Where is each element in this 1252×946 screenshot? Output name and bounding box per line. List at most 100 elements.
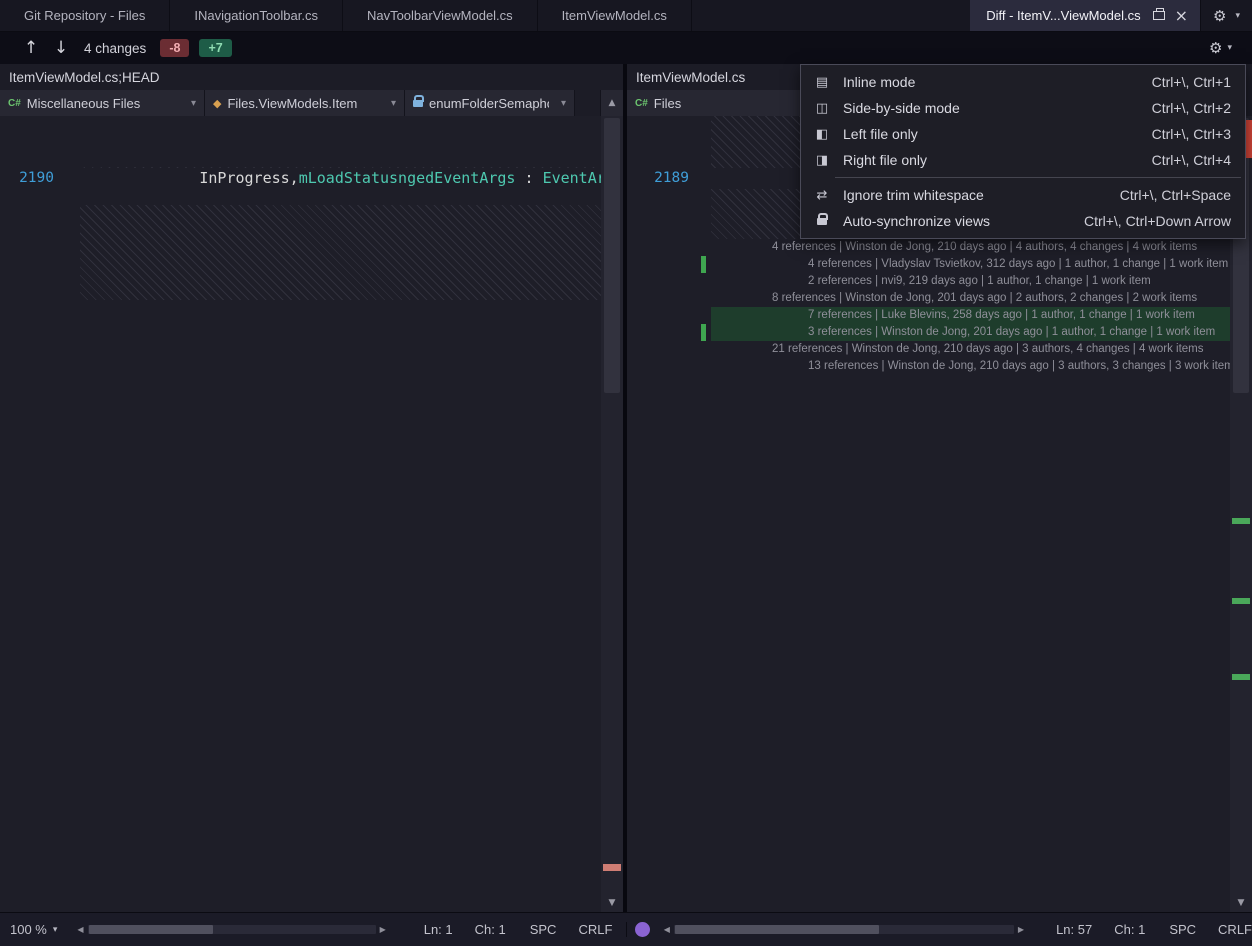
indentation-indicator[interactable]: SPC xyxy=(1169,922,1196,937)
breadcrumb-label: Files.ViewModels.Item xyxy=(227,96,357,111)
next-change-button[interactable]: ↓ xyxy=(46,38,76,58)
codelens[interactable]: 13 references | Winston de Jong, 210 day… xyxy=(711,358,1230,375)
breadcrumb-label: Miscellaneous Files xyxy=(27,96,140,111)
codelens[interactable]: 4 references | Winston de Jong, 210 days… xyxy=(711,239,1230,256)
codelens[interactable]: 2 references | nvi9, 219 days ago | 1 au… xyxy=(711,273,1230,290)
codelens[interactable]: 7 references | Luke Blevins, 258 days ag… xyxy=(711,307,1230,324)
column-indicator[interactable]: Ch: 1 xyxy=(475,922,506,937)
h-scroll-left-button[interactable]: ◀ xyxy=(73,925,87,934)
indentation-indicator[interactable]: SPC xyxy=(530,922,557,937)
additions-badge: +7 xyxy=(199,39,231,57)
left-vertical-scrollbar[interactable]: ▼ xyxy=(601,116,623,912)
codelens-line: 8 references | Winston de Jong, 201 days… xyxy=(627,290,1230,307)
codelens[interactable]: 21 references | Winston de Jong, 210 day… xyxy=(711,341,1230,358)
code-text xyxy=(80,317,601,334)
menu-item-shortcut: Ctrl+\, Ctrl+Space xyxy=(1120,187,1231,203)
gap-row xyxy=(0,133,601,150)
chevron-down-icon[interactable]: ▾ xyxy=(1235,11,1240,21)
hatch-row xyxy=(0,205,601,301)
pin-icon[interactable] xyxy=(1153,11,1165,20)
h-scroll-right-button[interactable]: ▶ xyxy=(1014,925,1028,934)
codelens[interactable]: 3 references | Winston de Jong, 201 days… xyxy=(711,324,1230,341)
deletions-badge: -8 xyxy=(160,39,189,57)
gear-icon[interactable]: ⚙ xyxy=(1213,7,1226,25)
chevron-down-icon: ▾ xyxy=(185,98,196,109)
menu-item-ignore-trim-whitespace[interactable]: ⇄Ignore trim whitespaceCtrl+\, Ctrl+Spac… xyxy=(801,182,1245,208)
menu-item-side-by-side-mode[interactable]: ◫Side-by-side modeCtrl+\, Ctrl+2 xyxy=(801,95,1245,121)
left-code-editor[interactable]: 2163 Connection.RequestReceived -= Conne… xyxy=(0,116,601,912)
gutter-icon-column xyxy=(627,273,653,290)
code-text xyxy=(80,150,601,167)
scroll-down-button[interactable]: ▼ xyxy=(601,894,623,912)
breadcrumb-dropdown[interactable]: enumFolderSemaphore▾ xyxy=(405,90,575,116)
eol-indicator[interactable]: CRLF xyxy=(1218,922,1252,937)
added-change-bar xyxy=(701,256,706,273)
extension-icon[interactable] xyxy=(635,922,650,937)
tab-group: Git Repository - FilesINavigationToolbar… xyxy=(0,0,692,31)
tab-label: Diff - ItemV...ViewModel.cs xyxy=(986,8,1140,23)
change-gutter xyxy=(697,273,711,290)
column-indicator[interactable]: Ch: 1 xyxy=(1114,922,1145,937)
scroll-up-button[interactable]: ▲ xyxy=(600,90,623,116)
codelens-line: 2 references | nvi9, 219 days ago | 1 au… xyxy=(627,273,1230,290)
zoom-chevron-icon: ▾ xyxy=(53,925,58,935)
tab-inavigationtoolbar-cs[interactable]: INavigationToolbar.cs xyxy=(170,0,343,31)
previous-change-button[interactable]: ↑ xyxy=(16,38,46,58)
menu-item-left-file-only[interactable]: ◧Left file onlyCtrl+\, Ctrl+3 xyxy=(801,121,1245,147)
menu-separator xyxy=(835,177,1241,178)
code-text xyxy=(80,116,601,133)
change-gutter xyxy=(697,307,711,324)
window-icons: ⚙ ▾ xyxy=(1201,0,1252,31)
codelens[interactable]: 8 references | Winston de Jong, 201 days… xyxy=(711,290,1230,307)
left-horizontal-scrollbar[interactable] xyxy=(88,925,376,934)
changes-count: 4 changes xyxy=(84,41,146,56)
codelens-line: 4 references | Winston de Jong, 210 days… xyxy=(627,239,1230,256)
line-number xyxy=(653,273,697,290)
tab-git-repository-files[interactable]: Git Repository - Files xyxy=(0,0,170,31)
eol-indicator[interactable]: CRLF xyxy=(578,922,612,937)
zoom-control[interactable]: 100 % ▾ xyxy=(10,922,57,937)
codelens-line: 3 references | Winston de Jong, 201 days… xyxy=(627,324,1230,341)
collapsed-diff-region xyxy=(80,205,601,301)
breadcrumb-dropdown[interactable]: ◆Files.ViewModels.Item▾ xyxy=(205,90,405,116)
h-scroll-left-button[interactable]: ◀ xyxy=(660,925,674,934)
status-left-section: 100 % ▾ ◀ ▶ Ln: 1 Ch: 1 SPC CRLF xyxy=(0,922,626,937)
scrollbar-thumb[interactable] xyxy=(675,925,879,934)
line-number xyxy=(0,133,62,150)
leftonly-icon: ◧ xyxy=(809,127,835,142)
menu-item-right-file-only[interactable]: ◨Right file onlyCtrl+\, Ctrl+4 xyxy=(801,147,1245,173)
codelens-line: 13 references | Winston de Jong, 210 day… xyxy=(627,358,1230,375)
codelens[interactable]: 4 references | Vladyslav Tsvietkov, 312 … xyxy=(711,256,1230,273)
line-indicator[interactable]: Ln: 57 xyxy=(1056,922,1092,937)
line-indicator[interactable]: Ln: 1 xyxy=(424,922,453,937)
tab-diff-active[interactable]: Diff - ItemV...ViewModel.cs × xyxy=(970,0,1201,31)
change-gutter xyxy=(62,188,80,205)
gutter-icon-column xyxy=(627,256,653,273)
line-number xyxy=(653,358,697,375)
breadcrumb-dropdown[interactable]: C#Files▾ xyxy=(627,90,827,116)
scrollbar-mark-removed xyxy=(603,864,621,871)
h-scroll-right-button[interactable]: ▶ xyxy=(376,925,390,934)
left-navigation-bar: C#Miscellaneous Files▾◆Files.ViewModels.… xyxy=(0,90,623,116)
scrollbar-thumb[interactable] xyxy=(604,118,620,393)
change-gutter xyxy=(62,116,80,133)
breadcrumb-label: Files xyxy=(654,96,681,111)
gap-row xyxy=(0,188,601,205)
close-icon[interactable]: × xyxy=(1175,8,1188,24)
change-gutter xyxy=(62,205,80,301)
menu-item-inline-mode[interactable]: ▤Inline modeCtrl+\, Ctrl+1 xyxy=(801,69,1245,95)
diff-settings-button[interactable]: ⚙ ▾ xyxy=(1209,39,1236,57)
line-number xyxy=(653,307,697,324)
chevron-down-icon: ▾ xyxy=(385,98,396,109)
scrollbar-thumb[interactable] xyxy=(89,925,213,934)
right-horizontal-scrollbar[interactable] xyxy=(674,925,1014,934)
breadcrumb-dropdown[interactable]: C#Miscellaneous Files▾ xyxy=(0,90,205,116)
menu-item-auto-synchronize-views[interactable]: Auto-synchronize viewsCtrl+\, Ctrl+Down … xyxy=(801,208,1245,234)
line-number xyxy=(653,324,697,341)
tab-itemviewmodel-cs[interactable]: ItemViewModel.cs xyxy=(538,0,692,31)
menu-item-label: Ignore trim whitespace xyxy=(843,187,984,203)
scroll-down-button[interactable]: ▼ xyxy=(1230,894,1252,912)
tab-navtoolbarviewmodel-cs[interactable]: NavToolbarViewModel.cs xyxy=(343,0,538,31)
change-gutter xyxy=(697,239,711,256)
menu-item-label: Left file only xyxy=(843,126,918,142)
